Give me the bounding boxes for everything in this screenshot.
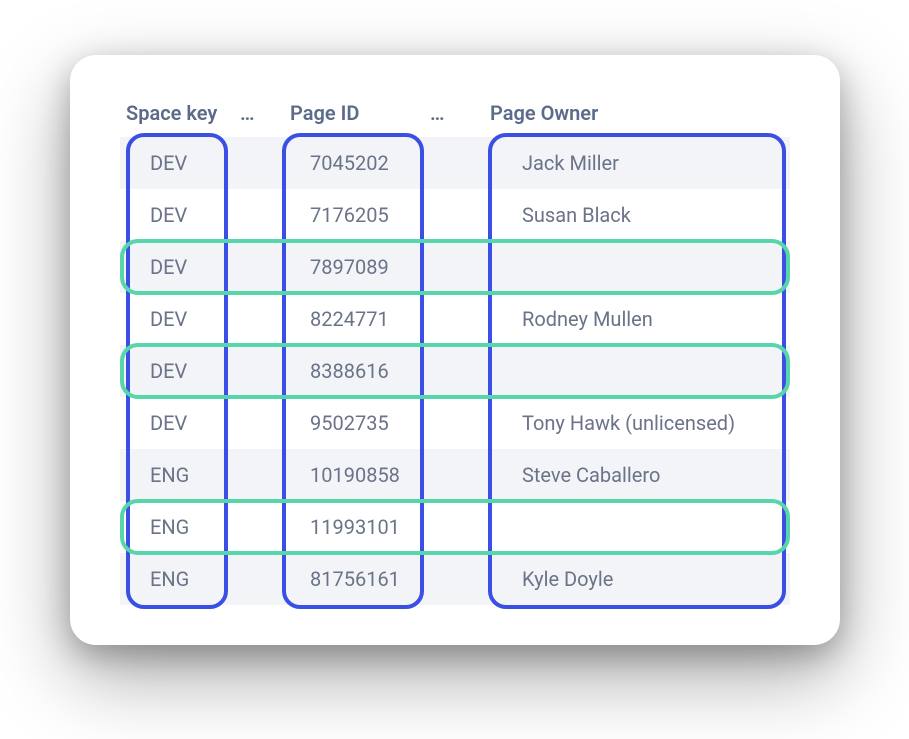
- cell-space-key: DEV: [120, 397, 240, 449]
- cell-page-owner: Susan Black: [490, 189, 790, 241]
- cell-gap: [430, 553, 490, 605]
- cell-gap: [240, 449, 290, 501]
- cell-space-key: DEV: [120, 241, 240, 293]
- table-headers: Space key … Page ID … Page Owner: [120, 89, 790, 137]
- cell-page-owner: Steve Caballero: [490, 449, 790, 501]
- header-page-owner: Page Owner: [490, 101, 790, 125]
- header-page-id: Page ID: [290, 101, 430, 125]
- table-row: DEV 7176205 Susan Black: [120, 189, 790, 241]
- cell-gap: [430, 397, 490, 449]
- table-row: ENG 10190858 Steve Caballero: [120, 449, 790, 501]
- cell-gap: [240, 293, 290, 345]
- cell-page-id: 7045202: [290, 137, 430, 189]
- table-row: ENG 81756161 Kyle Doyle: [120, 553, 790, 605]
- cell-gap: [240, 553, 290, 605]
- cell-gap: [430, 241, 490, 293]
- cell-gap: [240, 189, 290, 241]
- cell-page-owner: Tony Hawk (unlicensed): [490, 397, 790, 449]
- cell-space-key: DEV: [120, 189, 240, 241]
- cell-gap: [240, 345, 290, 397]
- cell-space-key: DEV: [120, 137, 240, 189]
- cell-gap: [430, 345, 490, 397]
- cell-space-key: ENG: [120, 501, 240, 553]
- table-row: DEV 8224771 Rodney Mullen: [120, 293, 790, 345]
- table-row: ENG 11993101: [120, 501, 790, 553]
- cell-page-owner: [490, 501, 790, 553]
- header-gap-1: …: [240, 101, 290, 125]
- table-row: DEV 7045202 Jack Miller: [120, 137, 790, 189]
- cell-gap: [430, 189, 490, 241]
- cell-gap: [240, 137, 290, 189]
- table-body: DEV 7045202 Jack Miller DEV 7176205 Susan Bla…: [120, 137, 790, 605]
- cell-page-id: 10190858: [290, 449, 430, 501]
- cell-page-id: 8224771: [290, 293, 430, 345]
- cell-gap: [430, 293, 490, 345]
- cell-gap: [240, 397, 290, 449]
- cell-space-key: DEV: [120, 293, 240, 345]
- cell-gap: [430, 137, 490, 189]
- cell-page-id: 11993101: [290, 501, 430, 553]
- cell-page-id: 8388616: [290, 345, 430, 397]
- cell-space-key: ENG: [120, 449, 240, 501]
- cell-page-owner: Rodney Mullen: [490, 293, 790, 345]
- cell-page-id: 7176205: [290, 189, 430, 241]
- cell-page-owner: Kyle Doyle: [490, 553, 790, 605]
- cell-page-owner: [490, 345, 790, 397]
- header-space-key: Space key: [120, 101, 240, 125]
- cell-page-id: 7897089: [290, 241, 430, 293]
- table-row: DEV 7897089: [120, 241, 790, 293]
- cell-page-owner: [490, 241, 790, 293]
- table-row: DEV 9502735 Tony Hawk (unlicensed): [120, 397, 790, 449]
- cell-page-owner: Jack Miller: [490, 137, 790, 189]
- cell-space-key: DEV: [120, 345, 240, 397]
- cell-gap: [430, 501, 490, 553]
- table-card: Space key … Page ID … Page Owner DEV 7045…: [70, 55, 840, 645]
- header-gap-2: …: [430, 101, 490, 125]
- cell-page-id: 9502735: [290, 397, 430, 449]
- cell-gap: [240, 241, 290, 293]
- cell-space-key: ENG: [120, 553, 240, 605]
- table-row: DEV 8388616: [120, 345, 790, 397]
- cell-gap: [430, 449, 490, 501]
- cell-page-id: 81756161: [290, 553, 430, 605]
- cell-gap: [240, 501, 290, 553]
